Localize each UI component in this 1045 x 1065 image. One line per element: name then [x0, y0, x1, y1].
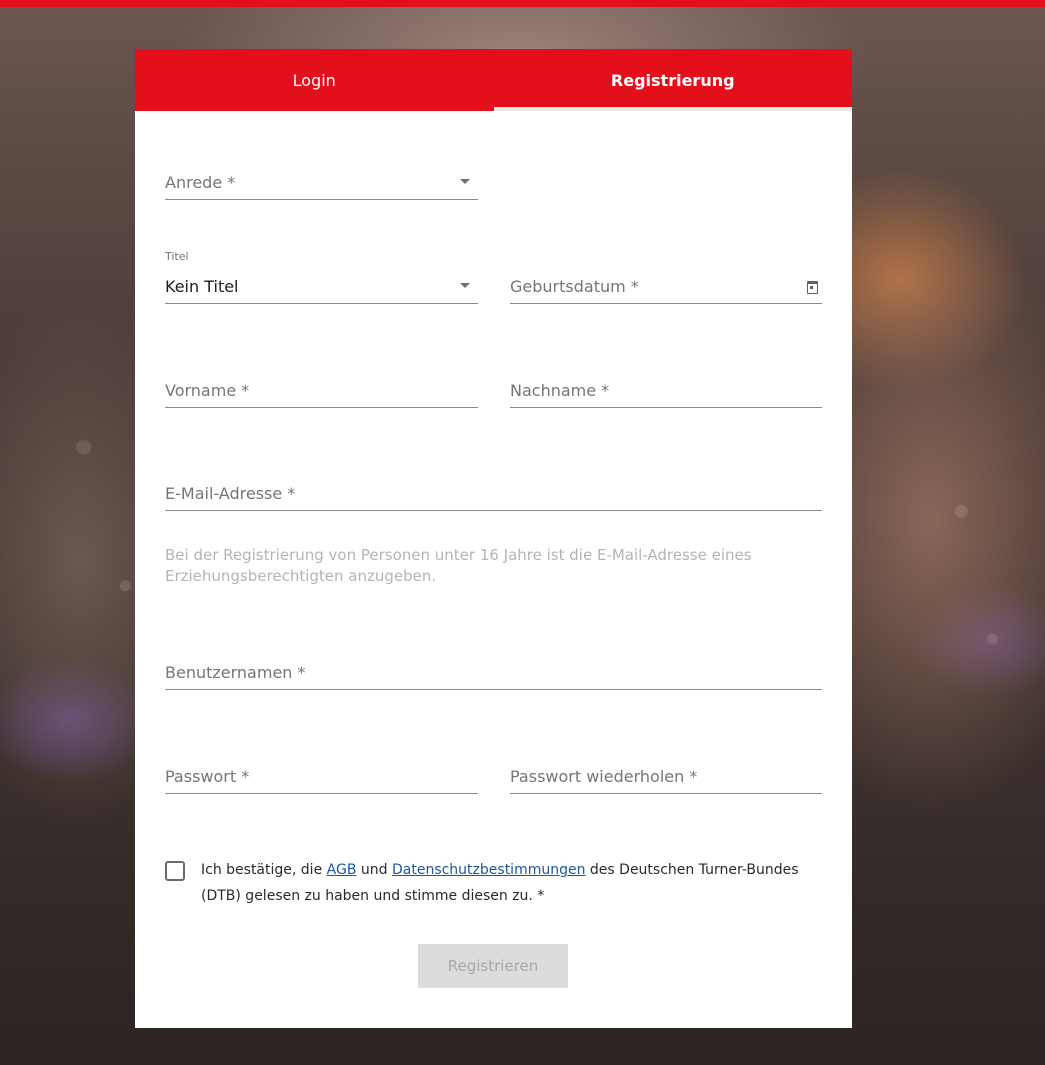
passwort-wiederholen-field[interactable]: Passwort wiederholen *	[510, 761, 822, 794]
benutzername-placeholder: Benutzernamen *	[165, 663, 306, 682]
email-placeholder: E-Mail-Adresse *	[165, 484, 296, 503]
tab-login-label: Login	[292, 70, 336, 90]
anrede-placeholder: Anrede *	[165, 173, 236, 192]
anrede-select[interactable]: Anrede *	[165, 167, 478, 200]
consent-text: Ich bestätige, die AGB und Datenschutzbe…	[201, 857, 821, 909]
tab-registrierung[interactable]: Registrierung	[493, 49, 853, 111]
email-hint: Bei der Registrierung von Personen unter…	[165, 546, 752, 585]
registrieren-button[interactable]: Registrieren	[418, 944, 568, 988]
passwort-placeholder: Passwort *	[165, 767, 250, 786]
vorname-field[interactable]: Vorname *	[165, 375, 478, 408]
geburtsdatum-placeholder: Geburtsdatum *	[510, 277, 639, 296]
tab-registrierung-label: Registrierung	[610, 70, 735, 90]
titel-value: Kein Titel	[165, 277, 239, 296]
titel-label: Titel	[165, 250, 189, 263]
nachname-field[interactable]: Nachname *	[510, 375, 822, 408]
titel-select[interactable]: Titel Kein Titel	[165, 250, 478, 304]
chevron-down-icon	[460, 283, 470, 288]
calendar-icon[interactable]	[807, 281, 818, 294]
passwort-field[interactable]: Passwort *	[165, 761, 478, 794]
datenschutz-link[interactable]: Datenschutzbestimmungen	[392, 862, 585, 878]
geburtsdatum-field[interactable]: Geburtsdatum *	[510, 271, 822, 304]
email-field[interactable]: E-Mail-Adresse *	[165, 478, 822, 511]
vorname-placeholder: Vorname *	[165, 381, 250, 400]
consent-text-before: Ich bestätige, die	[201, 862, 327, 878]
tab-login[interactable]: Login	[135, 49, 494, 111]
passwort-wiederholen-placeholder: Passwort wiederholen *	[510, 767, 698, 786]
top-accent-bar	[0, 0, 1045, 7]
agb-link[interactable]: AGB	[327, 862, 357, 878]
benutzername-field[interactable]: Benutzernamen *	[165, 657, 822, 690]
registration-panel: Login Registrierung Anrede * Titel Kein …	[135, 49, 852, 1028]
auth-tabs: Login Registrierung	[135, 49, 852, 111]
consent-checkbox[interactable]	[165, 861, 185, 881]
nachname-placeholder: Nachname *	[510, 381, 610, 400]
chevron-down-icon	[460, 179, 470, 184]
consent-text-middle: und	[356, 862, 392, 878]
